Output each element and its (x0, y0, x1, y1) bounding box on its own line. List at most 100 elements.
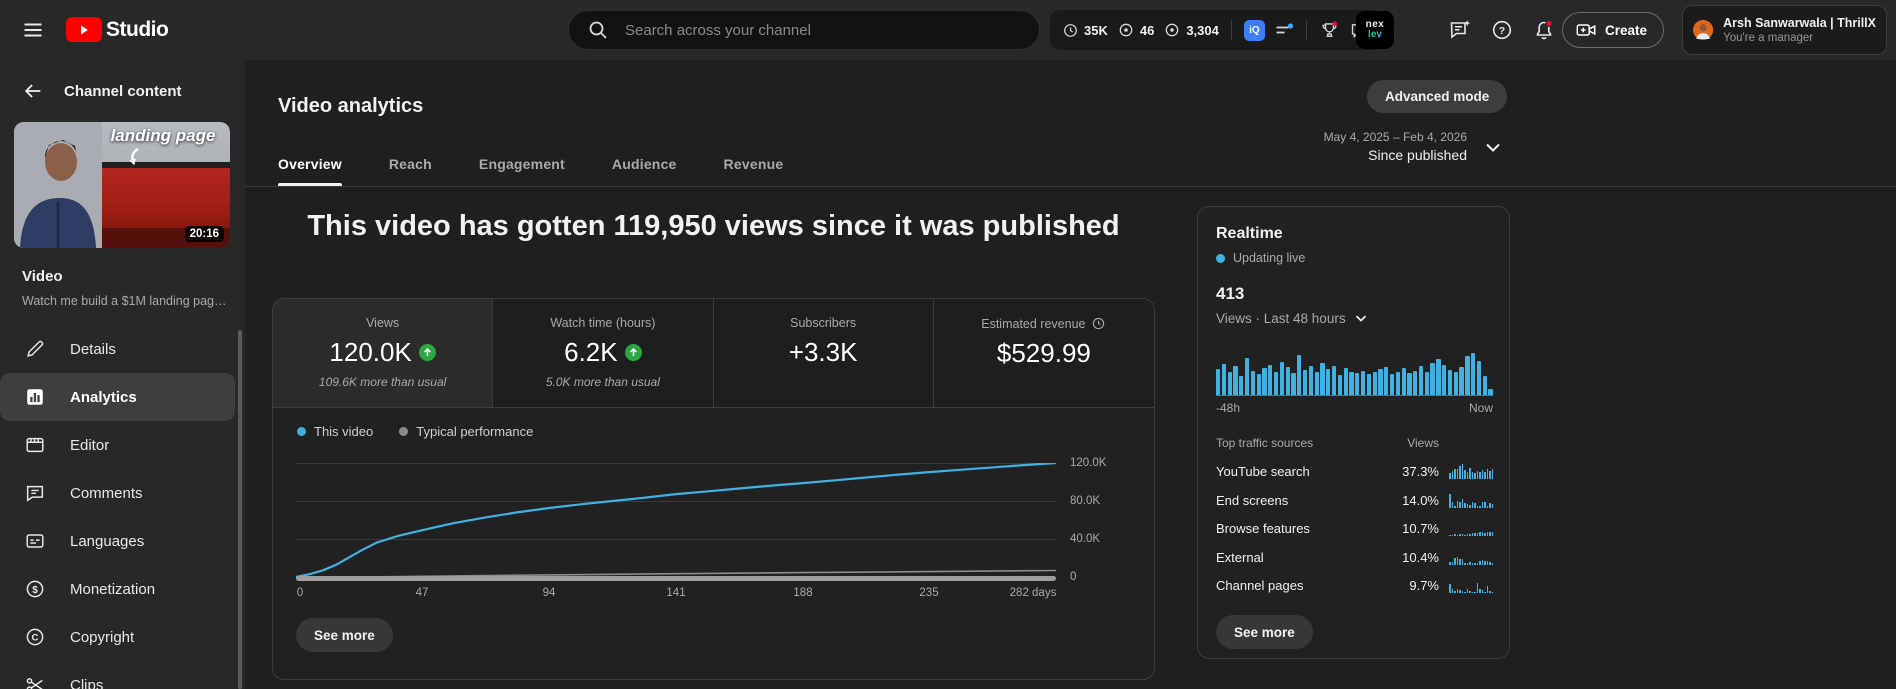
date-range-picker[interactable]: May 4, 2025 – Feb 4, 2026 Since publishe… (1324, 130, 1505, 163)
subscribers-value: +3.3K (788, 337, 858, 367)
notifications-bell-icon[interactable] (1532, 18, 1556, 42)
metric-card-revenue[interactable]: Estimated revenue $529.99 (933, 299, 1154, 407)
revenue-value: $529.99 (996, 338, 1091, 368)
tab-reach[interactable]: Reach (389, 142, 432, 186)
divider (1230, 20, 1232, 40)
scissors-icon (26, 678, 43, 689)
realtime-see-more-button[interactable]: See more (1216, 615, 1313, 649)
realtime-axis: -48h Now (1216, 401, 1493, 415)
svg-text:?: ? (1499, 25, 1505, 37)
realtime-card: Realtime Updating live 413 Views · Last … (1197, 206, 1510, 659)
realtime-views-count: 413 (1216, 284, 1245, 303)
youtube-play-icon (66, 17, 102, 42)
vidiq-icon[interactable]: iQ (1243, 19, 1265, 41)
search-icon (589, 21, 607, 39)
create-button[interactable]: Create (1562, 12, 1665, 48)
chevron-down-icon (1355, 315, 1366, 322)
axis-right-label: Now (1468, 401, 1493, 415)
legend-typical-performance: Typical performance (399, 424, 533, 439)
analytics-tabs: Overview Reach Engagement Audience Reven… (278, 142, 783, 186)
thumbnail-person (14, 122, 102, 248)
x-axis-tick: 141 (666, 587, 686, 599)
watch-time-stat: 35K (1062, 22, 1108, 39)
back-label: Channel content (64, 82, 182, 100)
views-headline: This video has gotten 119,950 views sinc… (307, 210, 1120, 242)
tab-overview[interactable]: Overview (278, 142, 342, 186)
nexlev-extension-icon[interactable]: nex lev (1356, 11, 1394, 49)
video-thumbnail[interactable]: GO WHERE DOLLARS WON'T landing page 20:1… (14, 122, 230, 248)
sidebar-video-title: Watch me build a $1M landing page … (22, 294, 227, 308)
clock-icon (1064, 23, 1077, 37)
traffic-row-end-screens: End screens 14.0% (1216, 486, 1493, 515)
comment-icon (26, 485, 44, 502)
rank-list-icon[interactable] (1274, 20, 1294, 40)
sidebar: Channel content GO WHERE DOLLARS WON'T l… (0, 60, 245, 689)
divider (1305, 20, 1307, 40)
chart-axis-scrubber[interactable] (296, 576, 1056, 581)
sidebar-item-comments[interactable]: Comments (0, 469, 235, 517)
traffic-sparkline (1449, 521, 1493, 537)
traffic-row-external: External 10.4% (1216, 543, 1493, 572)
back-to-channel-content[interactable]: Channel content (22, 80, 182, 102)
account-menu[interactable]: Arsh Sanwarwala | ThrillX You're a manag… (1682, 5, 1887, 55)
sidebar-item-languages[interactable]: Languages (0, 517, 235, 565)
metric-card-views[interactable]: Views 120.0K 109.6K more than usual (273, 299, 494, 407)
svg-text:$: $ (32, 585, 38, 596)
help-icon[interactable]: ? (1490, 18, 1514, 42)
trend-up-icon (418, 344, 436, 361)
y-axis-tick: 80.0K (1070, 495, 1101, 507)
advanced-mode-button[interactable]: Advanced mode (1367, 80, 1508, 113)
sidebar-item-copyright[interactable]: C Copyright (0, 613, 235, 661)
sidebar-item-analytics[interactable]: Analytics (0, 373, 235, 421)
page-title: Video analytics (278, 95, 424, 118)
sidebar-item-editor[interactable]: Editor (0, 421, 235, 469)
sidebar-item-monetization[interactable]: $ Monetization (0, 565, 235, 613)
views-stat-large: 3,304 (1163, 21, 1219, 39)
chevron-down-icon (1486, 143, 1500, 152)
back-arrow-icon (24, 84, 41, 98)
traffic-sparkline (1449, 550, 1493, 565)
x-axis-tick: 47 (415, 587, 429, 599)
sidebar-item-clips[interactable]: Clips (0, 661, 235, 689)
traffic-row-youtube-search: YouTube search 37.3% (1216, 458, 1493, 487)
create-video-icon (1576, 24, 1596, 36)
see-more-button[interactable]: See more (296, 618, 393, 652)
date-range-text: May 4, 2025 – Feb 4, 2026 (1323, 130, 1467, 144)
metric-card-watch-time[interactable]: Watch time (hours) 6.2K 5.0K more than u… (493, 299, 714, 407)
clock-icon (1093, 317, 1105, 330)
pencil-icon (27, 340, 44, 357)
brand-name: Studio (106, 17, 169, 41)
legend-dot (399, 427, 409, 436)
channel-search (568, 10, 1040, 50)
watch-time-delta: 5.0K more than usual (545, 375, 660, 389)
traffic-sparkline (1449, 464, 1493, 480)
create-label: Create (1605, 22, 1648, 38)
views-icon (1165, 23, 1179, 37)
tab-audience[interactable]: Audience (612, 142, 677, 186)
x-axis-tick: 0 (296, 587, 304, 599)
axis-left-label: -48h (1216, 401, 1241, 415)
trophy-icon[interactable] (1319, 20, 1340, 41)
feedback-icon[interactable] (1448, 18, 1472, 42)
film-icon (26, 437, 44, 453)
realtime-status: Updating live (1216, 251, 1305, 265)
youtube-studio-app: Studio 35K 46 (0, 0, 1896, 689)
realtime-views-caption[interactable]: Views · Last 48 hours (1216, 309, 1370, 327)
bar-chart-icon (27, 389, 43, 405)
sidebar-scrollbar[interactable] (238, 330, 242, 689)
search-input[interactable] (623, 20, 1031, 40)
tab-revenue[interactable]: Revenue (724, 142, 784, 186)
metric-card-subscribers[interactable]: Subscribers +3.3K (713, 299, 934, 407)
y-axis-tick: 40.0K (1070, 533, 1101, 545)
sidebar-item-details[interactable]: Details (0, 325, 235, 373)
x-axis-tick: 94 (542, 587, 556, 599)
tab-engagement[interactable]: Engagement (479, 142, 565, 186)
y-axis-tick: 0 (1070, 571, 1077, 583)
thumbnail-title-text: landing page (110, 126, 216, 145)
overview-chart-card: Views 120.0K 109.6K more than usual Watc… (272, 298, 1155, 680)
hamburger-menu-icon[interactable] (22, 19, 44, 41)
channel-stats-pill[interactable]: 35K 46 3,304 iQ (1050, 10, 1382, 50)
sidebar-section-label: Video (22, 268, 63, 285)
thumbnail-arrow-icon (129, 148, 139, 165)
studio-logo[interactable]: Studio (66, 17, 169, 42)
